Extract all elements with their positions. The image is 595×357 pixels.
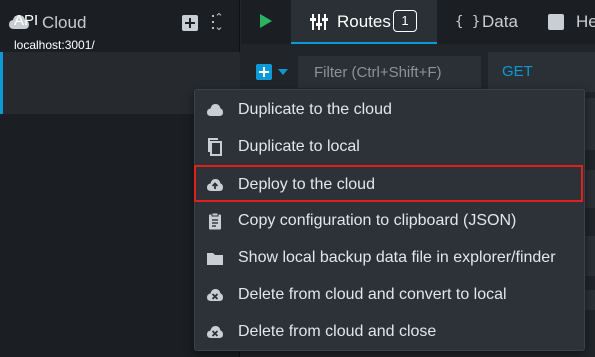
chevron-down-icon[interactable] xyxy=(278,69,288,75)
folder-icon xyxy=(207,253,223,265)
menu-item-deploy-cloud[interactable]: Deploy to the cloud xyxy=(195,167,584,204)
environment-name: API xyxy=(14,12,39,29)
sidebar-title: Cloud xyxy=(42,13,87,32)
routes-count-badge: 1 xyxy=(393,10,417,32)
clipboard-icon xyxy=(209,212,221,230)
play-icon[interactable] xyxy=(260,14,272,28)
routes-icon xyxy=(310,14,328,30)
menu-item-delete-convert-local[interactable]: Delete from cloud and convert to local xyxy=(195,277,584,314)
editor-panel xyxy=(585,236,595,276)
headers-icon xyxy=(548,14,564,30)
add-route-button[interactable] xyxy=(256,64,272,80)
route-filter-input[interactable] xyxy=(298,56,481,88)
method-value: GET xyxy=(502,63,533,80)
menu-item-label: Show local backup data file in explorer/… xyxy=(238,249,556,266)
editor-panel xyxy=(585,170,595,208)
menu-item-label: Duplicate to the cloud xyxy=(238,101,392,118)
menu-item-duplicate-cloud[interactable]: Duplicate to the cloud xyxy=(195,92,584,129)
menu-item-label: Deploy to the cloud xyxy=(238,176,375,193)
braces-icon: { } xyxy=(455,14,481,30)
add-environment-icon[interactable] xyxy=(182,15,198,31)
cloud-delete-icon xyxy=(207,289,223,301)
cloud-icon xyxy=(207,104,223,116)
cloud-delete-icon xyxy=(207,326,223,338)
editor-panel xyxy=(585,290,595,310)
tab-headers[interactable]: He xyxy=(576,12,595,32)
menu-item-copy-config[interactable]: Copy configuration to clipboard (JSON) xyxy=(195,203,584,240)
menu-item-label: Copy configuration to clipboard (JSON) xyxy=(238,212,517,229)
editor-panel xyxy=(585,98,595,150)
menu-item-duplicate-local[interactable]: Duplicate to local xyxy=(195,129,584,166)
menu-item-label: Delete from cloud and close xyxy=(238,323,437,340)
tab-routes-label: Routes xyxy=(337,12,391,31)
cloud-upload-icon xyxy=(207,179,223,191)
menu-item-label: Delete from cloud and convert to local xyxy=(238,286,507,303)
tab-data[interactable]: Data xyxy=(482,12,518,32)
menu-item-show-backup[interactable]: Show local backup data file in explorer/… xyxy=(195,240,584,277)
environment-context-menu: Duplicate to the cloud Duplicate to loca… xyxy=(194,89,585,351)
copy-icon xyxy=(208,138,222,156)
menu-item-label: Duplicate to local xyxy=(238,138,360,155)
kebab-menu-icon[interactable]: · · · xyxy=(210,6,216,36)
menu-item-delete-close[interactable]: Delete from cloud and close xyxy=(195,314,584,351)
environment-url: localhost:3001/ xyxy=(14,38,95,52)
